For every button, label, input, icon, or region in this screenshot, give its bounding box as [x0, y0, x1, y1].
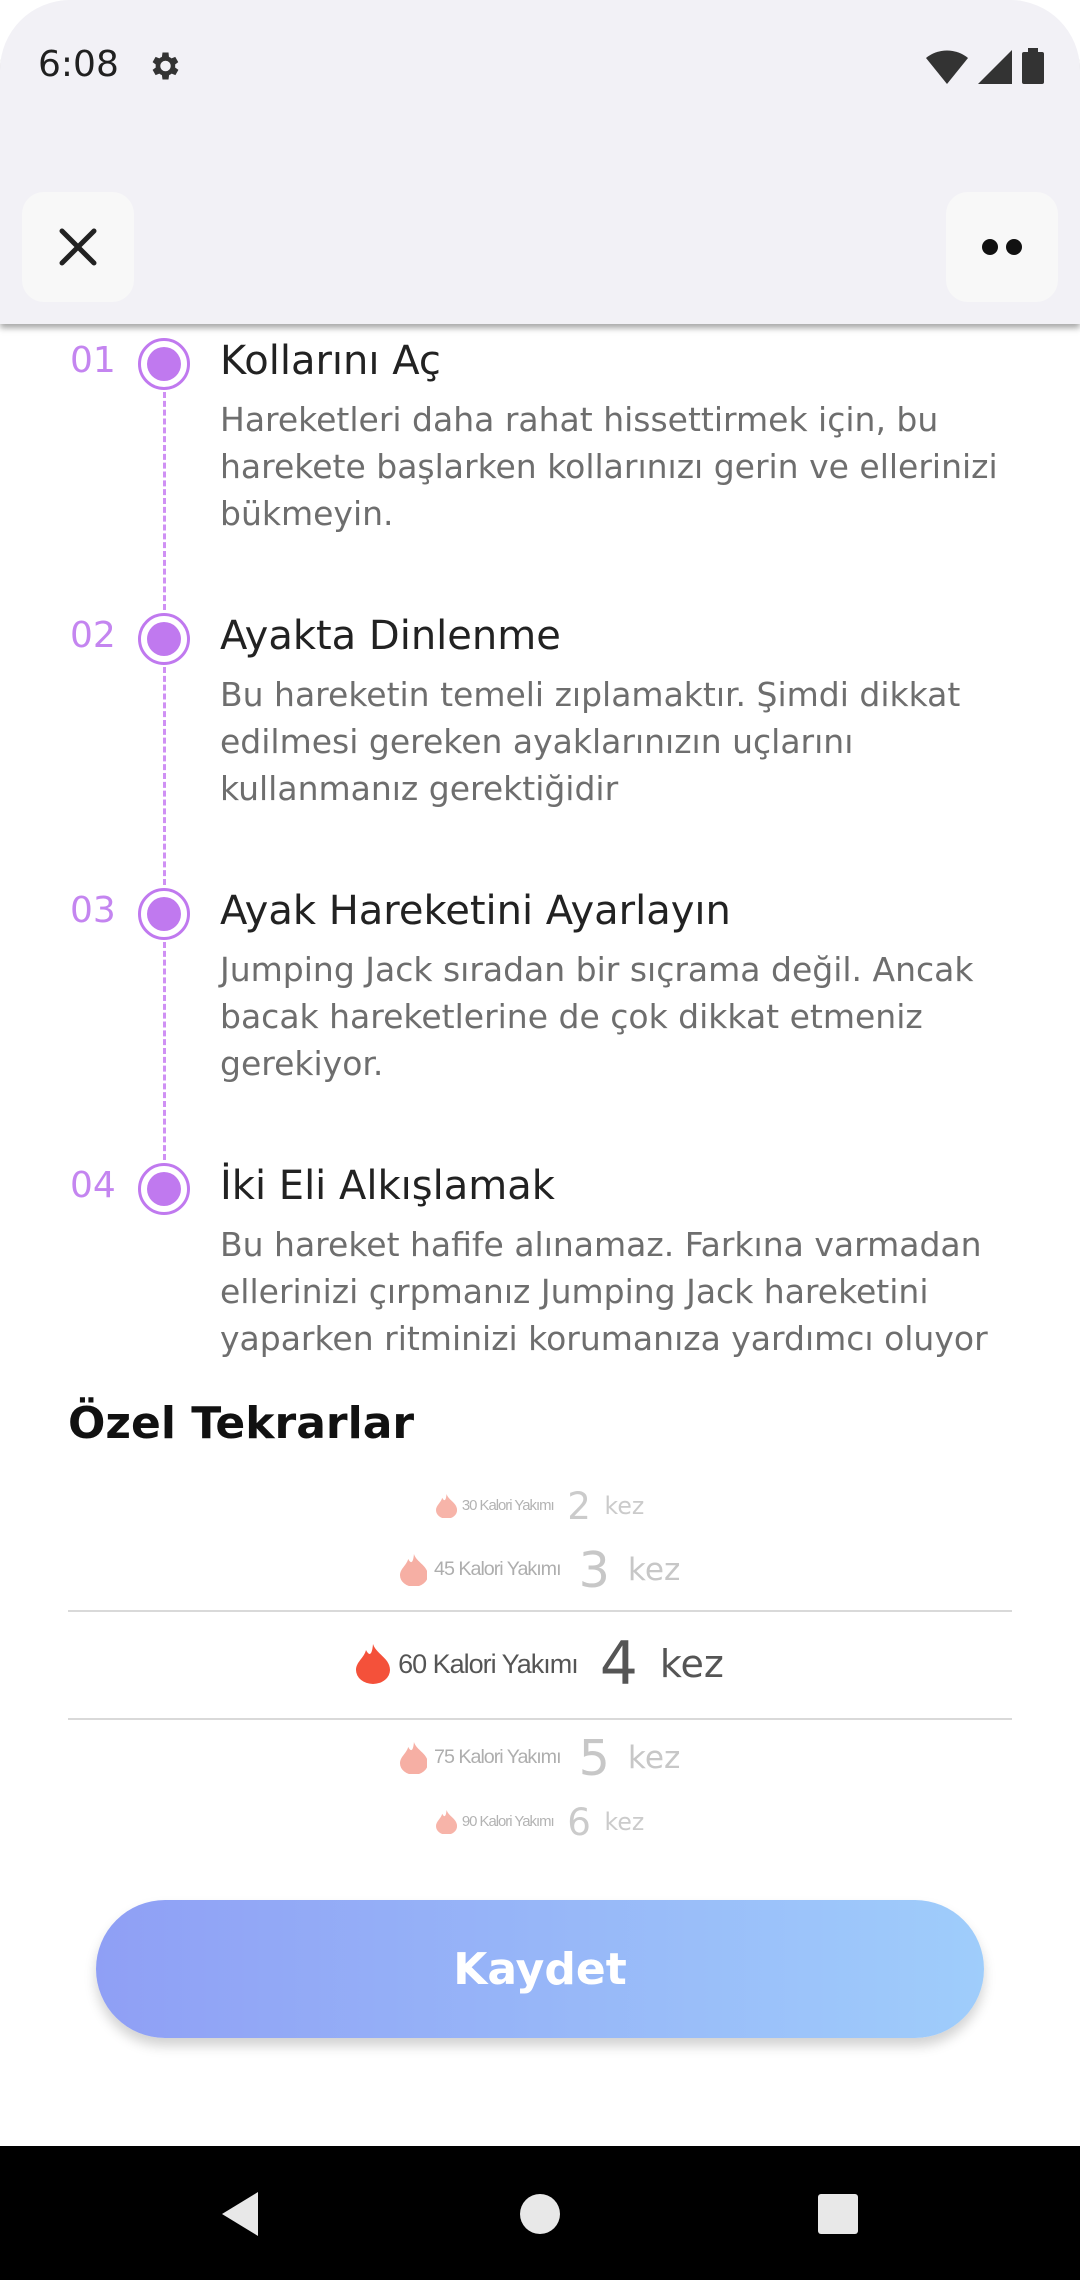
calorie-label: 60 Kalori Yakımı [398, 1648, 579, 1679]
more-button[interactable] [946, 192, 1058, 302]
step-description: Bu hareket hafife alınamaz. Farkına varm… [220, 1225, 988, 1358]
save-button[interactable]: Kaydet [96, 1900, 984, 2038]
picker-option[interactable]: 45 Kalori Yakımı 3 kez [68, 1537, 1012, 1603]
repetition-unit: kez [604, 1491, 645, 1520]
repetition-count: 5 [578, 1728, 610, 1787]
step-title: Kollarını Aç [220, 338, 441, 384]
status-icons [926, 48, 1044, 84]
step-number: 04 [70, 1165, 116, 1206]
flame-icon [435, 1493, 457, 1519]
repetition-count: 3 [578, 1540, 610, 1599]
repetition-unit: kez [659, 1642, 724, 1686]
flame-icon [356, 1644, 391, 1684]
battery-icon [1022, 48, 1044, 84]
wifi-icon [926, 50, 968, 84]
calorie-label: 90 Kalori Yakımı [461, 1813, 555, 1830]
picker-divider-top [68, 1610, 1012, 1612]
home-icon[interactable] [512, 2186, 568, 2242]
gear-icon [152, 52, 179, 80]
picker-divider-bottom [68, 1718, 1012, 1720]
signal-icon [978, 50, 1012, 84]
system-nav-bar [0, 2146, 1080, 2280]
repetition-picker[interactable]: 30 Kalori Yakımı 2 kez 45 Kalori Yakımı 3 kez… [68, 1480, 1012, 1850]
step-number: 01 [70, 340, 116, 381]
step-number: 02 [70, 615, 116, 656]
calorie-label: 75 Kalori Yakımı [434, 1746, 562, 1769]
section-title: Özel Tekrarlar [68, 1398, 415, 1449]
repetition-unit: kez [604, 1807, 645, 1836]
flame-icon [399, 1553, 428, 1587]
top-bar: 6:08 [0, 0, 1080, 324]
recents-icon[interactable] [810, 2186, 866, 2242]
picker-option-selected[interactable]: 60 Kalori Yakımı 4 kez [68, 1624, 1012, 1704]
step-description: Jumping Jack sıradan bir sıçrama değil. … [220, 950, 974, 1083]
repetition-unit: kez [627, 1739, 681, 1776]
picker-option[interactable]: 75 Kalori Yakımı 5 kez [68, 1725, 1012, 1791]
repetition-count: 2 [567, 1483, 591, 1528]
close-button[interactable] [22, 192, 134, 302]
step-connector [163, 667, 166, 885]
calorie-label: 45 Kalori Yakımı [434, 1558, 562, 1581]
step-title: İki Eli Alkışlamak [220, 1163, 555, 1209]
picker-option[interactable]: 90 Kalori Yakımı 6 kez [68, 1797, 1012, 1847]
step-title: Ayak Hareketini Ayarlayın [220, 888, 731, 934]
step-dot [138, 613, 190, 665]
more-icon [982, 239, 1022, 255]
step-description: Hareketleri daha rahat hissettirmek için… [220, 400, 998, 533]
step-dot [138, 1163, 190, 1215]
phone-screen: 6:08 01 Kollarını Aç Hareketleri daha ra… [0, 0, 1080, 2280]
step-title: Ayakta Dinlenme [220, 613, 561, 659]
repetition-unit: kez [627, 1551, 681, 1588]
flame-icon [399, 1741, 428, 1775]
close-icon [59, 228, 97, 266]
step-connector [163, 942, 166, 1160]
back-icon[interactable] [214, 2186, 270, 2242]
flame-icon [435, 1809, 457, 1835]
repetition-count: 6 [567, 1799, 591, 1844]
status-time: 6:08 [38, 44, 119, 85]
step-dot [138, 338, 190, 390]
step-dot [138, 888, 190, 940]
step-connector [163, 392, 166, 610]
calorie-label: 30 Kalori Yakımı [461, 1497, 555, 1514]
picker-option[interactable]: 30 Kalori Yakımı 2 kez [68, 1481, 1012, 1531]
step-number: 03 [70, 890, 116, 931]
repetition-count: 4 [599, 1629, 638, 1699]
step-description: Bu hareketin temeli zıplamaktır. Şimdi d… [220, 675, 961, 808]
